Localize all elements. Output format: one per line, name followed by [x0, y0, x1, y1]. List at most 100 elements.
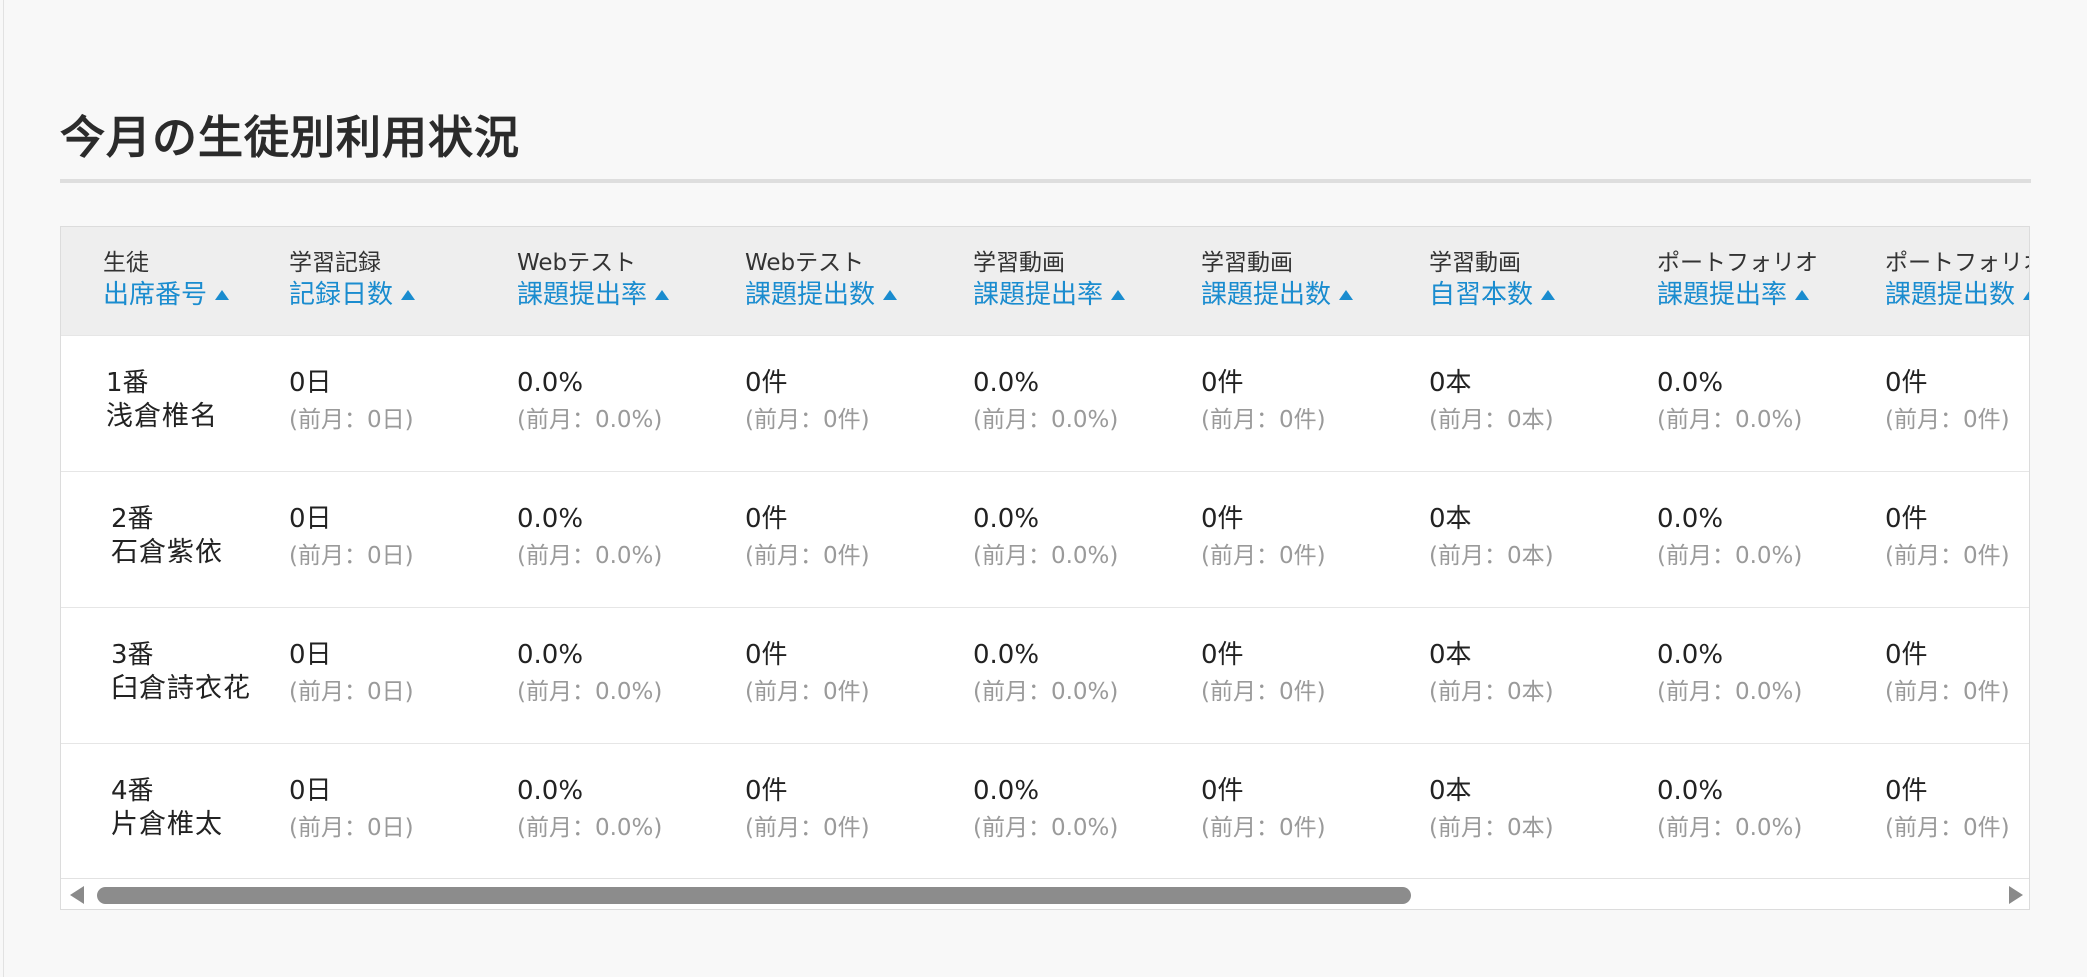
previous-month-value: (前月：0.0%)	[1657, 815, 1803, 841]
column-header-video-selfstudy: 学習動画 自習本数	[1429, 227, 1657, 335]
cell-record-days: 0日 (前月：0日)	[289, 608, 517, 743]
scrollbar-thumb[interactable]	[97, 887, 1411, 904]
cell-video-count: 0件 (前月：0件)	[1201, 336, 1429, 471]
table-grid: 生徒 出席番号 学習記録 記録日数 Webテスト 課題提出率 Webテスト 課題…	[61, 227, 2029, 879]
previous-month-value: (前月：0件)	[1201, 543, 1326, 569]
student-cell: 2番 石倉紫依	[61, 472, 289, 607]
current-value: 0.0%	[517, 368, 584, 398]
current-value: 0日	[289, 504, 332, 534]
horizontal-scrollbar[interactable]	[61, 878, 2029, 909]
sort-by-record-days[interactable]: 記録日数	[289, 278, 416, 312]
cell-portfolio-count: 0件 (前月：0件)	[1885, 744, 2029, 879]
cell-video-selfstudy: 0本 (前月：0本)	[1429, 608, 1657, 743]
column-header-video-count: 学習動画 課題提出数	[1201, 227, 1429, 335]
previous-month-value: (前月：0件)	[1885, 679, 2010, 705]
current-value: 0件	[1885, 504, 1928, 534]
current-value: 0本	[1429, 504, 1472, 534]
previous-month-value: (前月：0本)	[1429, 543, 1554, 569]
column-header-student: 生徒 出席番号	[61, 227, 289, 335]
page-title: 今月の生徒別利用状況	[60, 111, 521, 164]
previous-month-value: (前月：0件)	[1885, 815, 2010, 841]
column-header-record-days: 学習記録 記録日数	[289, 227, 517, 335]
current-value: 0件	[1885, 776, 1928, 806]
cell-video-selfstudy: 0本 (前月：0本)	[1429, 472, 1657, 607]
sort-by-webtest-submission-rate[interactable]: 課題提出率	[517, 278, 670, 312]
column-group-label: Webテスト	[517, 250, 637, 276]
cell-webtest-rate: 0.0% (前月：0.0%)	[517, 608, 745, 743]
column-header-portfolio-count: ポートフォリオ 課題提出数	[1885, 227, 2029, 335]
cell-webtest-rate: 0.0% (前月：0.0%)	[517, 336, 745, 471]
title-divider	[60, 179, 2031, 183]
current-value: 0.0%	[1657, 776, 1724, 806]
cell-portfolio-rate: 0.0% (前月：0.0%)	[1657, 744, 1885, 879]
previous-month-value: (前月：0件)	[1201, 407, 1326, 433]
sort-ascending-icon	[1795, 290, 1810, 300]
sort-label: 課題提出数	[1885, 280, 2016, 310]
student-number: 4番	[111, 776, 154, 806]
current-value: 0件	[1201, 640, 1244, 670]
sort-label: 課題提出率	[973, 280, 1104, 310]
previous-month-value: (前月：0.0%)	[973, 679, 1119, 705]
column-header-portfolio-rate: ポートフォリオ 課題提出率	[1657, 227, 1885, 335]
cell-portfolio-rate: 0.0% (前月：0.0%)	[1657, 472, 1885, 607]
usage-table: 生徒 出席番号 学習記録 記録日数 Webテスト 課題提出率 Webテスト 課題…	[60, 226, 2030, 910]
current-value: 0件	[745, 776, 788, 806]
column-group-label: 学習動画	[1201, 250, 1293, 276]
current-value: 0.0%	[973, 640, 1040, 670]
previous-month-value: (前月：0.0%)	[1657, 543, 1803, 569]
current-value: 0.0%	[517, 776, 584, 806]
sort-by-portfolio-submission-rate[interactable]: 課題提出率	[1657, 278, 1810, 312]
sort-label: 課題提出数	[745, 280, 876, 310]
previous-month-value: (前月：0.0%)	[973, 815, 1119, 841]
previous-month-value: (前月：0.0%)	[973, 407, 1119, 433]
cell-portfolio-rate: 0.0% (前月：0.0%)	[1657, 336, 1885, 471]
current-value: 0日	[289, 640, 332, 670]
previous-month-value: (前月：0件)	[1885, 407, 2010, 433]
student-number: 2番	[111, 504, 154, 534]
cell-video-count: 0件 (前月：0件)	[1201, 608, 1429, 743]
sort-by-portfolio-submission-count[interactable]: 課題提出数	[1885, 278, 2029, 312]
cell-portfolio-count: 0件 (前月：0件)	[1885, 336, 2029, 471]
cell-webtest-count: 0件 (前月：0件)	[745, 744, 973, 879]
previous-month-value: (前月：0.0%)	[1657, 407, 1803, 433]
student-cell: 4番 片倉椎太	[61, 744, 289, 879]
previous-month-value: (前月：0件)	[1885, 543, 2010, 569]
sort-by-video-submission-count[interactable]: 課題提出数	[1201, 278, 1354, 312]
table-row: 1番 浅倉椎名 0日 (前月：0日) 0.0% (前月：0.0%) 0件 (前月：0件) 0.0…	[61, 335, 2029, 471]
previous-month-value: (前月：0件)	[1201, 679, 1326, 705]
student-name: 片倉椎太	[111, 809, 223, 840]
current-value: 0.0%	[517, 504, 584, 534]
scroll-right-arrow-icon[interactable]	[2009, 886, 2023, 904]
previous-month-value: (前月：0件)	[745, 543, 870, 569]
cell-webtest-count: 0件 (前月：0件)	[745, 608, 973, 743]
student-cell: 1番 浅倉椎名	[61, 336, 289, 471]
current-value: 0日	[289, 776, 332, 806]
current-value: 0件	[745, 368, 788, 398]
current-value: 0.0%	[1657, 368, 1724, 398]
cell-video-count: 0件 (前月：0件)	[1201, 744, 1429, 879]
previous-month-value: (前月：0件)	[745, 815, 870, 841]
sort-label: 自習本数	[1429, 280, 1534, 310]
student-number: 1番	[106, 368, 149, 398]
cell-record-days: 0日 (前月：0日)	[289, 336, 517, 471]
table-body: 1番 浅倉椎名 0日 (前月：0日) 0.0% (前月：0.0%) 0件 (前月：0件) 0.0…	[61, 335, 2029, 879]
previous-month-value: (前月：0.0%)	[517, 679, 663, 705]
column-group-label: 生徒	[103, 250, 149, 276]
sort-by-attendance-number[interactable]: 出席番号	[103, 278, 230, 312]
cell-portfolio-count: 0件 (前月：0件)	[1885, 608, 2029, 743]
previous-month-value: (前月：0.0%)	[517, 815, 663, 841]
table-row: 3番 臼倉詩衣花 0日 (前月：0日) 0.0% (前月：0.0%) 0件 (前月：0件) 0.…	[61, 607, 2029, 743]
sort-by-video-submission-rate[interactable]: 課題提出率	[973, 278, 1126, 312]
sort-by-video-selfstudy-count[interactable]: 自習本数	[1429, 278, 1556, 312]
scroll-left-arrow-icon[interactable]	[70, 886, 84, 904]
cell-webtest-count: 0件 (前月：0件)	[745, 472, 973, 607]
table-row: 2番 石倉紫依 0日 (前月：0日) 0.0% (前月：0.0%) 0件 (前月：0件) 0.0…	[61, 471, 2029, 607]
current-value: 0日	[289, 368, 332, 398]
previous-month-value: (前月：0件)	[1201, 815, 1326, 841]
sort-by-webtest-submission-count[interactable]: 課題提出数	[745, 278, 898, 312]
previous-month-value: (前月：0日)	[289, 815, 414, 841]
previous-month-value: (前月：0.0%)	[517, 543, 663, 569]
sort-label: 課題提出率	[1657, 280, 1788, 310]
student-cell: 3番 臼倉詩衣花	[61, 608, 289, 743]
current-value: 0.0%	[973, 368, 1040, 398]
